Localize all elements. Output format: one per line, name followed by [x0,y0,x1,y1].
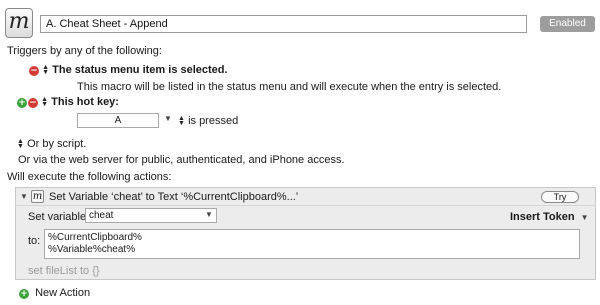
to-line: %CurrentClipboard% [48,232,142,243]
try-button[interactable]: Try [541,191,579,203]
hot-key-trigger: + − ▲ ▼ This hot key: [17,96,119,108]
chevron-down-icon: ▼ [580,213,589,222]
or-by-script-label: Or by script. [27,138,87,150]
status-menu-label: The status menu item is selected. [52,64,228,76]
chevron-down-icon[interactable]: ▼ [205,210,213,219]
enabled-button[interactable]: Enabled [540,16,595,32]
web-server-note: Or via the web server for public, authen… [18,154,345,166]
status-menu-description: This macro will be listed in the status … [77,81,502,93]
chevron-down-icon[interactable]: ▼ [164,114,172,123]
or-by-script[interactable]: ▲ ▼ Or by script. [17,138,86,150]
triggers-heading: Triggers by any of the following: [7,45,162,57]
insert-token-menu[interactable]: Insert Token ▼ [510,211,589,223]
variable-name-field[interactable]: cheat [85,208,217,223]
hot-key-condition[interactable]: ▲ ▼ is pressed [178,115,238,127]
remove-trigger-icon[interactable]: − [28,98,38,108]
set-variable-label: Set variable [28,211,87,223]
macro-name-field[interactable] [40,15,527,33]
popup-arrows-icon[interactable]: ▲ ▼ [17,138,24,150]
to-text-area[interactable]: %CurrentClipboard% %Variable%cheat% [44,229,580,259]
hot-key-field[interactable]: A [77,113,159,128]
to-label: to: [28,235,41,247]
insert-token-label: Insert Token [510,211,575,223]
status-menu-trigger: − ▲ ▼ The status menu item is selected. [29,64,228,76]
disclosure-triangle-icon[interactable]: ▼ [20,192,28,201]
remove-trigger-icon[interactable]: − [29,66,39,76]
popup-arrows-icon[interactable]: ▲ ▼ [41,96,48,108]
new-action-button[interactable]: + New Action [19,287,90,299]
to-line: %Variable%cheat% [48,244,136,255]
action-title[interactable]: Set Variable ‘cheat’ to Text ‘%CurrentCl… [49,191,298,203]
hot-key-condition-label: is pressed [188,115,239,127]
macro-icon[interactable]: m [5,8,33,38]
add-trigger-icon[interactable]: + [17,98,27,108]
popup-arrows-icon[interactable]: ▲ ▼ [42,64,49,76]
new-action-label: New Action [35,287,91,299]
actions-heading: Will execute the following actions: [7,171,172,183]
add-icon: + [19,289,29,299]
hot-key-label: This hot key: [51,96,119,108]
action-macro-icon: m [31,190,44,203]
next-action-preview[interactable]: set fileList to {} [28,265,100,277]
popup-arrows-icon[interactable]: ▲ ▼ [178,115,185,127]
